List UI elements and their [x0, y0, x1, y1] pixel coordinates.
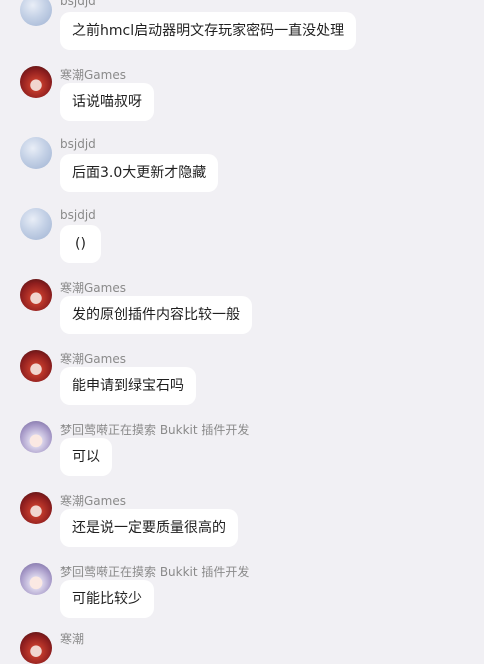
- sky-avatar[interactable]: [20, 0, 52, 26]
- sky-avatar[interactable]: [20, 208, 52, 240]
- message-bubble[interactable]: 后面3.0大更新才隐藏: [60, 154, 219, 192]
- message-bubble[interactable]: 话说喵叔呀: [60, 83, 154, 121]
- message-bubble[interactable]: 发的原创插件内容比较一般: [60, 296, 252, 334]
- anime-avatar[interactable]: [20, 563, 52, 595]
- red-hair-avatar[interactable]: [20, 279, 52, 311]
- message-bubble[interactable]: 还是说一定要质量很高的: [60, 509, 238, 547]
- message-bubble[interactable]: 能申请到绿宝石吗: [60, 367, 196, 405]
- sender-name[interactable]: 寒潮Games: [60, 492, 126, 509]
- message-bubble[interactable]: (): [60, 225, 101, 263]
- sender-name[interactable]: bsjdjd: [60, 137, 96, 151]
- sender-name[interactable]: 寒潮Games: [60, 350, 126, 367]
- red-hair-avatar[interactable]: [20, 350, 52, 382]
- message-bubble[interactable]: 之前hmcl启动器明文存玩家密码一直没处理: [60, 12, 357, 50]
- sender-name[interactable]: bsjdjd: [60, 208, 96, 222]
- sender-name[interactable]: 梦回莺啭正在摸索 Bukkit 插件开发: [60, 421, 249, 438]
- sender-name[interactable]: 梦回莺啭正在摸索 Bukkit 插件开发: [60, 563, 249, 580]
- red-hair-avatar[interactable]: [20, 492, 52, 524]
- red-hair-avatar[interactable]: [20, 66, 52, 98]
- red-hair-avatar[interactable]: [20, 632, 52, 664]
- chat-message-list[interactable]: bsjdjd 之前hmcl启动器明文存玩家密码一直没处理 寒潮Games 话说喵…: [0, 0, 484, 664]
- sender-name[interactable]: bsjdjd: [60, 0, 96, 8]
- sky-avatar[interactable]: [20, 137, 52, 169]
- sender-name[interactable]: 寒潮Games: [60, 279, 126, 296]
- anime-avatar[interactable]: [20, 421, 52, 453]
- message-bubble[interactable]: 可能比较少: [60, 580, 154, 618]
- sender-name[interactable]: 寒潮: [60, 630, 84, 647]
- sender-name[interactable]: 寒潮Games: [60, 66, 126, 83]
- message-bubble[interactable]: 可以: [60, 438, 112, 476]
